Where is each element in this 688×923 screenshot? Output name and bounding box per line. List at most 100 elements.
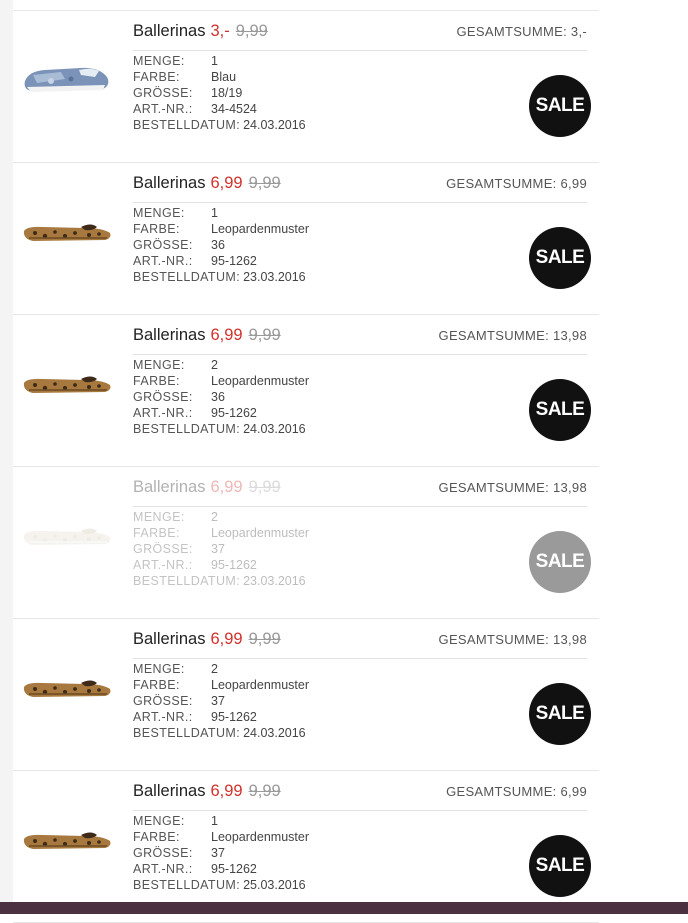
article-label: ART.-NR.:	[133, 710, 193, 724]
quantity-value: 1	[211, 54, 218, 68]
size-value: 36	[211, 390, 225, 404]
order-item[interactable]: Ballerinas 3,- 9,99 GESAMTSUMME: 3,- MENGE…	[13, 11, 599, 163]
quantity-value: 1	[211, 814, 218, 828]
article-row: ART.-NR.: 95-1262	[133, 861, 309, 877]
size-row: GRÖSSE: 37	[133, 541, 309, 557]
product-image[interactable]	[21, 209, 113, 249]
product-image[interactable]	[21, 665, 113, 705]
quantity-row: MENGE: 2	[133, 661, 309, 677]
size-value: 37	[211, 846, 225, 860]
order-item[interactable]: Ballerinas 6,99 9,99 GESAMTSUMME: 6,99 MEN…	[13, 163, 599, 315]
order-item[interactable]: Ballerinas 6,99 9,99 GESAMTSUMME: 13,98 ME…	[13, 619, 599, 771]
item-divider	[133, 506, 587, 507]
size-value: 37	[211, 542, 225, 556]
color-value: Blau	[211, 70, 237, 84]
product-name: Ballerinas	[133, 782, 206, 800]
quantity-value: 2	[211, 510, 218, 524]
original-price: 9,99	[248, 782, 281, 800]
order-date-row: BESTELLDATUM: 24.03.2016	[133, 725, 309, 741]
item-divider	[133, 658, 587, 659]
product-image[interactable]	[21, 817, 113, 857]
order-date-label: BESTELLDATUM:	[133, 878, 241, 892]
quantity-label: MENGE:	[133, 54, 185, 68]
order-total: GESAMTSUMME: 6,99	[446, 784, 587, 799]
order-item[interactable]: Ballerinas 6,99 9,99 GESAMTSUMME: 13,98 ME…	[13, 315, 599, 467]
page-left-margin	[0, 0, 13, 902]
product-name: Ballerinas	[133, 22, 206, 40]
product-image[interactable]	[21, 513, 113, 553]
quantity-label: MENGE:	[133, 814, 185, 828]
sale-badge: SALE	[529, 379, 591, 441]
article-value: 95-1262	[211, 862, 257, 876]
color-row: FARBE: Leopardenmuster	[133, 373, 309, 389]
item-details: MENGE: 2 FARBE: Leopardenmuster GRÖSSE: 36 …	[133, 357, 309, 437]
sale-badge: SALE	[529, 75, 591, 137]
size-value: 36	[211, 238, 225, 252]
color-row: FARBE: Leopardenmuster	[133, 677, 309, 693]
order-date-label: BESTELLDATUM:	[133, 118, 241, 132]
sale-badge: SALE	[529, 531, 591, 593]
order-date-value: 24.03.2016	[243, 422, 306, 436]
product-title[interactable]: Ballerinas 6,99 9,99	[133, 174, 281, 193]
size-row: GRÖSSE: 36	[133, 389, 309, 405]
item-details: MENGE: 1 FARBE: Leopardenmuster GRÖSSE: 36 …	[133, 205, 309, 285]
item-details: MENGE: 2 FARBE: Leopardenmuster GRÖSSE: 37 …	[133, 661, 309, 741]
order-date-value: 23.03.2016	[243, 270, 306, 284]
order-item[interactable]: Ballerinas 6,99 9,99 GESAMTSUMME: 13,98 ME…	[13, 467, 599, 619]
color-value: Leopardenmuster	[211, 678, 309, 692]
article-label: ART.-NR.:	[133, 862, 193, 876]
product-title[interactable]: Ballerinas 6,99 9,99	[133, 326, 281, 345]
color-label: FARBE:	[133, 374, 180, 388]
product-image[interactable]	[21, 57, 113, 97]
quantity-row: MENGE: 1	[133, 205, 309, 221]
footer-bar	[0, 902, 688, 914]
original-price: 9,99	[248, 478, 281, 496]
sale-badge: SALE	[529, 835, 591, 897]
product-name: Ballerinas	[133, 326, 206, 344]
color-row: FARBE: Leopardenmuster	[133, 221, 309, 237]
product-name: Ballerinas	[133, 478, 206, 496]
product-name: Ballerinas	[133, 630, 206, 648]
quantity-row: MENGE: 1	[133, 813, 309, 829]
article-value: 95-1262	[211, 710, 257, 724]
quantity-row: MENGE: 1	[133, 53, 306, 69]
order-date-row: BESTELLDATUM: 24.03.2016	[133, 117, 306, 133]
color-label: FARBE:	[133, 830, 180, 844]
item-details: MENGE: 1 FARBE: Blau GRÖSSE: 18/19 ART.-NR.…	[133, 53, 306, 133]
sale-price: 6,99	[210, 630, 243, 648]
size-value: 18/19	[211, 86, 243, 100]
sale-badge: SALE	[529, 683, 591, 745]
order-item[interactable]: Ballerinas 6,99 9,99 GESAMTSUMME: 6,99 MEN…	[13, 771, 599, 923]
order-date-value: 23.03.2016	[243, 574, 306, 588]
article-label: ART.-NR.:	[133, 102, 193, 116]
product-title[interactable]: Ballerinas 3,- 9,99	[133, 22, 268, 41]
color-value: Leopardenmuster	[211, 830, 309, 844]
original-price: 9,99	[248, 326, 281, 344]
size-label: GRÖSSE:	[133, 238, 193, 252]
quantity-value: 1	[211, 206, 218, 220]
sale-price: 6,99	[210, 478, 243, 496]
original-price: 9,99	[235, 22, 268, 40]
item-divider	[133, 354, 587, 355]
product-title[interactable]: Ballerinas 6,99 9,99	[133, 478, 281, 497]
product-title[interactable]: Ballerinas 6,99 9,99	[133, 630, 281, 649]
product-image[interactable]	[21, 361, 113, 401]
color-row: FARBE: Leopardenmuster	[133, 525, 309, 541]
article-row: ART.-NR.: 95-1262	[133, 405, 309, 421]
size-row: GRÖSSE: 18/19	[133, 85, 306, 101]
sale-price: 3,-	[210, 22, 230, 40]
size-label: GRÖSSE:	[133, 86, 193, 100]
order-total: GESAMTSUMME: 13,98	[438, 480, 587, 495]
order-date-label: BESTELLDATUM:	[133, 270, 241, 284]
color-label: FARBE:	[133, 678, 180, 692]
size-label: GRÖSSE:	[133, 694, 193, 708]
product-title[interactable]: Ballerinas 6,99 9,99	[133, 782, 281, 801]
quantity-row: MENGE: 2	[133, 509, 309, 525]
sale-price: 6,99	[210, 326, 243, 344]
quantity-value: 2	[211, 662, 218, 676]
size-row: GRÖSSE: 36	[133, 237, 309, 253]
product-name: Ballerinas	[133, 174, 206, 192]
article-value: 34-4524	[211, 102, 257, 116]
order-date-value: 24.03.2016	[243, 118, 306, 132]
item-divider	[133, 810, 587, 811]
